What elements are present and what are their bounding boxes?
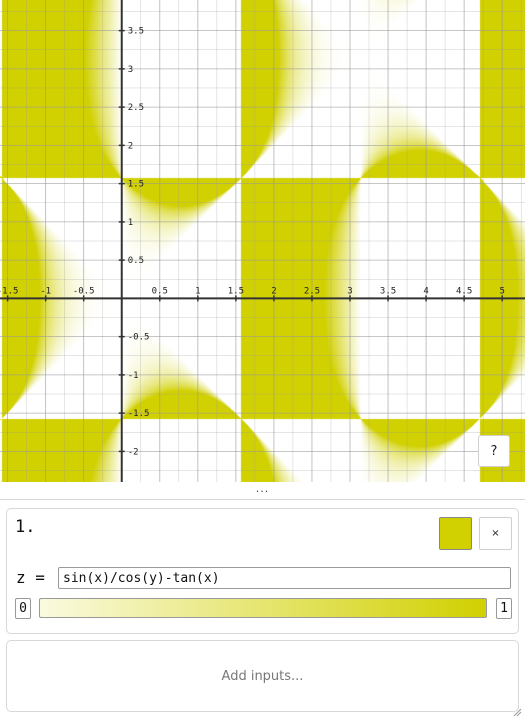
- divider-handle[interactable]: ...: [0, 482, 525, 495]
- y-tick-label: -1.5: [128, 409, 150, 419]
- y-tick-label: 1: [128, 218, 133, 228]
- color-swatch-button[interactable]: [439, 517, 472, 550]
- x-tick-label: 0.5: [152, 286, 168, 296]
- x-tick-label: 5: [499, 286, 504, 296]
- equals-sign: =: [35, 568, 45, 587]
- y-tick-label: -2: [128, 447, 139, 457]
- add-inputs-card[interactable]: Add inputs...: [6, 640, 519, 712]
- plot-svg[interactable]: -1.5 -1 -0.5 0.5 1 1.5 2 2.5 3 3.5 4 4.5 5 3.5 3 2.5 2 1.…: [0, 0, 525, 482]
- resize-grip-icon[interactable]: [512, 707, 522, 717]
- color-gradient-bar[interactable]: [39, 598, 487, 618]
- x-tick-label: -1: [40, 286, 51, 296]
- expression-input[interactable]: [58, 567, 511, 589]
- x-tick-label: 1.5: [228, 286, 244, 296]
- x-tick-label: 2.5: [304, 286, 320, 296]
- y-tick-label: 1.5: [128, 180, 144, 190]
- x-tick-label: 3.5: [380, 286, 396, 296]
- y-tick-label: 3.5: [128, 27, 144, 37]
- x-tick-label: 1: [195, 286, 200, 296]
- close-button[interactable]: ×: [479, 517, 512, 550]
- y-tick-label: 0.5: [128, 256, 144, 266]
- range-min-field[interactable]: 0: [15, 598, 31, 619]
- range-max-field[interactable]: 1: [496, 598, 512, 619]
- x-tick-label: -0.5: [73, 286, 95, 296]
- expression-card: 1. × z = 0 1: [6, 508, 519, 634]
- y-tick-label: -0.5: [128, 333, 150, 343]
- x-tick-label: 4.5: [456, 286, 472, 296]
- x-tick-label: 3: [347, 286, 352, 296]
- x-tick-label: 4: [423, 286, 428, 296]
- y-tick-label: 2.5: [128, 103, 144, 113]
- add-inputs-label[interactable]: Add inputs...: [222, 669, 304, 684]
- expression-variable-label: z =: [16, 568, 45, 587]
- x-tick-label: -1.5: [0, 286, 18, 296]
- variable-name: z: [16, 568, 26, 587]
- plot-canvas[interactable]: -1.5 -1 -0.5 0.5 1 1.5 2 2.5 3 3.5 4 4.5 5 3.5 3 2.5 2 1.…: [0, 0, 525, 482]
- x-tick-label: 2: [271, 286, 276, 296]
- help-button[interactable]: ?: [478, 435, 510, 467]
- y-tick-label: -1: [128, 371, 139, 381]
- y-tick-label: 2: [128, 141, 133, 151]
- expression-index: 1.: [15, 517, 36, 537]
- y-tick-label: 3: [128, 65, 133, 75]
